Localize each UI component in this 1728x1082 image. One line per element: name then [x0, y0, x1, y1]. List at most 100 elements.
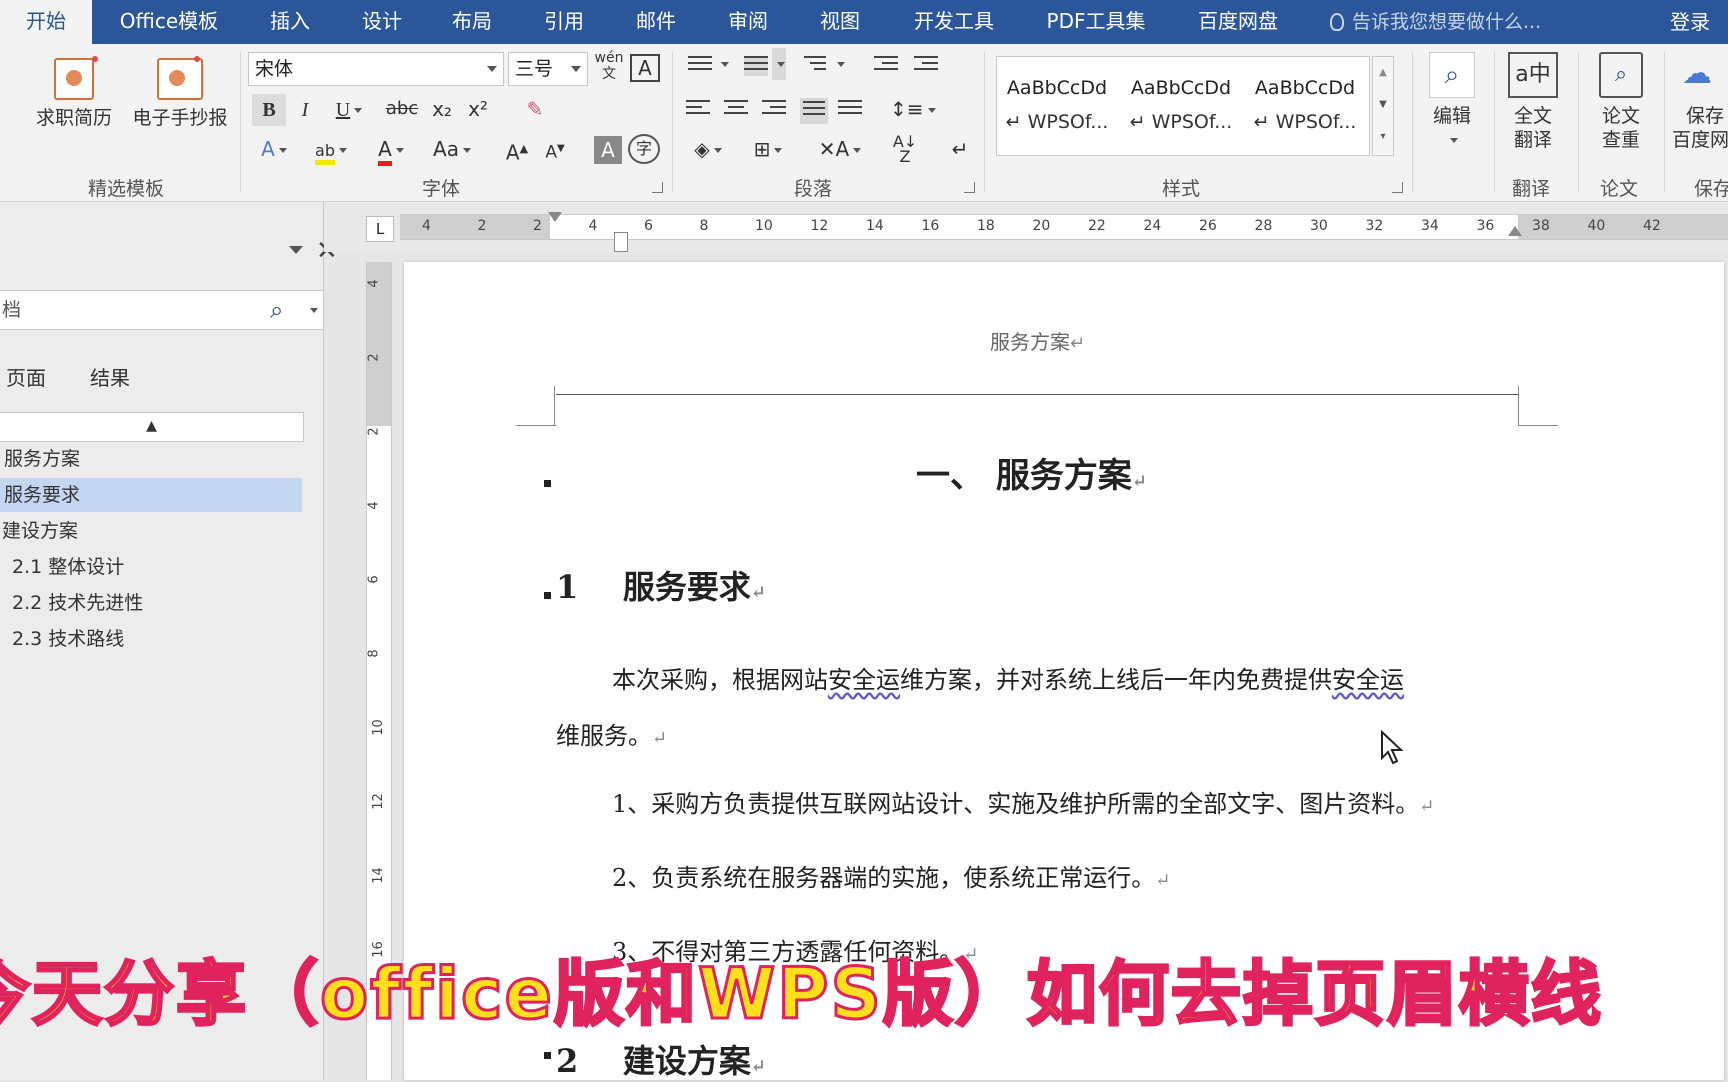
multilevel-list-icon[interactable]	[804, 56, 828, 76]
document-title-heading[interactable]: 一、 服务方案↵	[916, 448, 1147, 497]
chevron-down-icon[interactable]	[832, 48, 846, 80]
crop-mark	[1518, 386, 1519, 426]
nav-search-input[interactable]: 档 ⌕	[0, 290, 324, 330]
tab-baidu-netdisk[interactable]: 百度网盘	[1186, 0, 1290, 44]
bullets-icon[interactable]	[688, 56, 712, 76]
clear-format-icon[interactable]: ✎	[518, 94, 552, 126]
tab-mailings[interactable]: 邮件	[620, 0, 692, 44]
strikethrough-button[interactable]: abc	[382, 94, 422, 126]
decrease-indent-icon[interactable]	[874, 56, 898, 76]
chevron-down-icon[interactable]	[772, 48, 786, 80]
group-separator	[240, 52, 241, 192]
tab-home[interactable]: 开始	[0, 0, 92, 44]
font-size-combo[interactable]: 三号	[508, 52, 588, 86]
paragraph-dialog-launcher[interactable]	[964, 182, 975, 193]
new-badge-dot	[194, 56, 200, 62]
paper-check-icon: ⌕	[1599, 52, 1643, 98]
font-name-combo[interactable]: 宋体	[248, 52, 504, 86]
tab-design[interactable]: 设计	[346, 0, 418, 44]
tab-selector[interactable]: L	[366, 216, 394, 242]
body-paragraph[interactable]: 本次采购，根据网站安全运维方案，并对系统上线后一年内免费提供安全运	[612, 660, 1404, 695]
align-center-icon[interactable]	[724, 100, 748, 120]
login-button[interactable]: 登录	[1670, 0, 1710, 44]
bold-button[interactable]: B	[252, 94, 286, 126]
shrink-font-button[interactable]: A▼	[538, 134, 572, 166]
tab-developer[interactable]: 开发工具	[900, 0, 1008, 44]
borders-icon[interactable]: ⊞	[744, 134, 792, 166]
style-item[interactable]: AaBbCcDd ↵ WPSOf...	[1121, 71, 1241, 139]
list-item-1[interactable]: 1、采购方负责提供互联网站设计、实施及维护所需的全部文字、图片资料。↵	[612, 784, 1434, 819]
char-border-button[interactable]: A	[630, 54, 660, 82]
numbering-icon[interactable]	[744, 56, 768, 76]
enclose-char-button[interactable]: 字	[628, 134, 660, 164]
chevron-down-icon	[338, 148, 347, 153]
nav-tab-results[interactable]: 结果	[90, 362, 130, 391]
list-item-2[interactable]: 2、负责系统在服务器端的实施，使系统正常运行。↵	[612, 858, 1170, 893]
hanging-indent-marker[interactable]	[614, 232, 628, 252]
collapse-all-button[interactable]: ▲	[0, 412, 304, 442]
chinese-layout-icon[interactable]: ✕A	[816, 134, 864, 166]
heading-1-service-requirements[interactable]: 1 服务要求↵	[556, 562, 766, 608]
tab-view[interactable]: 视图	[804, 0, 876, 44]
phonetic-guide-button[interactable]: wén 文	[594, 50, 624, 82]
edit-button[interactable]: ⌕ 编辑	[1420, 52, 1484, 152]
search-icon[interactable]: ⌕	[270, 291, 283, 329]
italic-button[interactable]: I	[288, 94, 322, 126]
style-gallery-scroll[interactable]: ▲ ▼ ▾	[1372, 56, 1394, 156]
text-effect-button[interactable]: A	[252, 134, 296, 166]
crop-mark	[554, 386, 555, 426]
save-to-baidu-button[interactable]: ☁ 保存 百度网	[1672, 52, 1728, 152]
right-indent-marker[interactable]	[1508, 226, 1522, 236]
nav-heading-item[interactable]: 建设方案	[0, 514, 302, 548]
sort-icon[interactable]: A↓ Z	[890, 134, 920, 166]
change-case-button[interactable]: Aa	[426, 134, 478, 166]
resume-template-button[interactable]: 求职简历	[30, 58, 118, 130]
nav-subheading-item[interactable]: 2.2 技术先进性	[0, 586, 302, 620]
tab-office-templates[interactable]: Office模板	[104, 0, 234, 44]
chevron-down-icon[interactable]	[310, 308, 318, 313]
tab-references[interactable]: 引用	[528, 0, 600, 44]
char-shading-button[interactable]: A	[594, 136, 622, 164]
chevron-down-icon[interactable]	[289, 246, 303, 254]
align-left-icon[interactable]	[686, 100, 710, 120]
justify-icon[interactable]	[800, 98, 828, 124]
font-color-button[interactable]: A	[368, 134, 414, 166]
horizontal-ruler[interactable]: 4 2 2 4 6 8 10 12 14 16 18 20 22 24 26 28 30 32 34 36 38 40 42	[400, 214, 1728, 240]
style-item[interactable]: AaBbCcDd ↵ WPSOf...	[1245, 71, 1365, 139]
nav-subheading-item[interactable]: 2.3 技术路线	[0, 622, 302, 656]
align-right-icon[interactable]	[762, 100, 786, 120]
distributed-icon[interactable]	[838, 100, 862, 120]
nav-heading-item[interactable]: 服务方案	[0, 442, 302, 476]
underline-button[interactable]: U	[324, 94, 374, 126]
line-spacing-icon[interactable]: ↕≡	[890, 94, 936, 126]
body-paragraph-cont[interactable]: 维服务。↵	[556, 716, 667, 751]
style-item[interactable]: AaBbCcDd ↵ WPSOf...	[997, 71, 1117, 139]
chevron-down-icon	[354, 108, 363, 113]
superscript-button[interactable]: x²	[462, 94, 494, 126]
chevron-down-icon[interactable]	[716, 48, 730, 80]
mouse-pointer-icon	[1381, 730, 1404, 765]
styles-dialog-launcher[interactable]	[1392, 182, 1403, 193]
heading-bullet	[544, 480, 551, 487]
tab-pdf-tools[interactable]: PDF工具集	[1034, 0, 1158, 44]
tab-layout[interactable]: 布局	[436, 0, 508, 44]
nav-subheading-item[interactable]: 2.1 整体设计	[0, 550, 302, 584]
page-header-text[interactable]: 服务方案↵	[990, 326, 1085, 355]
shading-fill-icon[interactable]: ◈	[684, 134, 732, 166]
subscript-button[interactable]: x₂	[426, 94, 458, 126]
handcopy-template-button[interactable]: 电子手抄报	[124, 58, 236, 130]
highlight-button[interactable]: ab	[306, 134, 356, 166]
tab-insert[interactable]: 插入	[254, 0, 326, 44]
nav-tab-pages[interactable]: 页面	[6, 362, 46, 391]
paper-check-button[interactable]: ⌕ 论文 查重	[1586, 52, 1656, 152]
font-dialog-launcher[interactable]	[652, 182, 663, 193]
heading-2-construction-plan[interactable]: 2 建设方案↵	[556, 1036, 766, 1082]
increase-indent-icon[interactable]	[914, 56, 938, 76]
full-translate-button[interactable]: a中 全文 翻译	[1498, 52, 1568, 152]
nav-heading-item-selected[interactable]: 服务要求	[0, 478, 302, 512]
grow-font-button[interactable]: A▲	[500, 134, 534, 166]
show-marks-icon[interactable]: ↵	[948, 134, 972, 166]
tell-me-box[interactable]: 告诉我您想要做什么...	[1330, 0, 1541, 44]
first-line-indent-marker[interactable]	[548, 212, 562, 222]
tab-review[interactable]: 审阅	[712, 0, 784, 44]
